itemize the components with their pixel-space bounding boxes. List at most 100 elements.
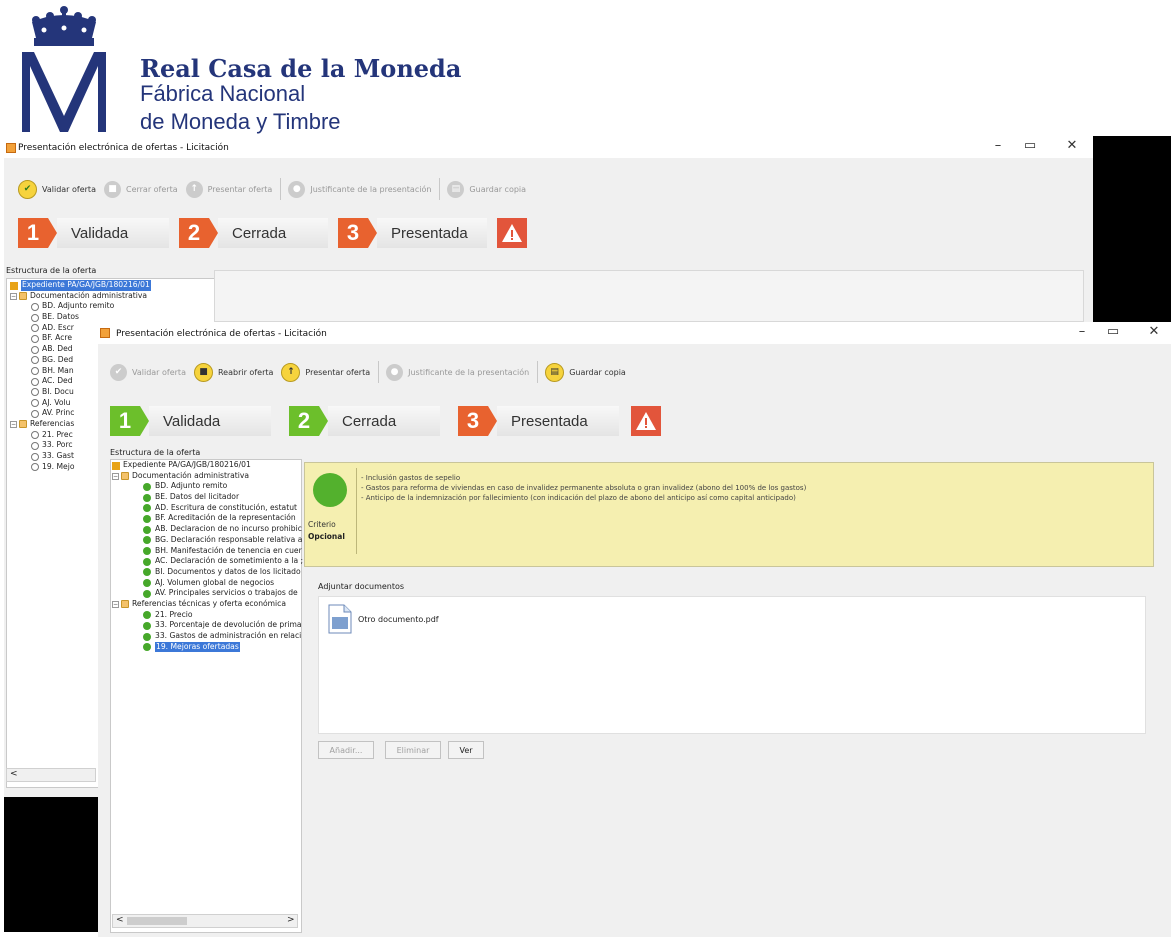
tree-item[interactable]: AJ. Volumen global de negocios [112, 578, 300, 589]
fnmt-logo [14, 4, 114, 136]
tree-group[interactable]: − Documentación administrativa [112, 471, 300, 482]
step-label: Presentada [377, 218, 487, 248]
tree-item[interactable]: BF. Acreditación de la representación [112, 513, 300, 524]
document-icon[interactable] [328, 604, 352, 634]
tree-item-selected[interactable]: 19. Mejoras ofertadas [112, 641, 300, 653]
step-submitted: 3 Presentada [338, 218, 487, 248]
validate-offer-button[interactable]: ✔ Validar oferta [110, 363, 186, 381]
back-tree-scrollbar[interactable]: < [6, 768, 96, 782]
add-button[interactable]: Añadir... [318, 741, 374, 759]
tree-label: BG. Ded [42, 354, 74, 364]
toolbar-label: Cerrar oferta [125, 184, 178, 194]
restore-button[interactable]: ▭ [1098, 324, 1128, 339]
criterion-label: Criterio [308, 520, 336, 529]
submit-offer-button[interactable]: ↑ Presentar oferta [281, 362, 371, 382]
tree-label: BH. Manifestación de tenencia en cuer [155, 545, 302, 555]
tree-group[interactable]: − Referencias técnicas y oferta económica [112, 599, 300, 610]
status-empty-icon [31, 356, 39, 365]
step-closed: 2 Cerrada [179, 218, 328, 248]
validate-offer-button[interactable]: ✔ Validar oferta [18, 179, 96, 199]
collapse-icon[interactable]: − [10, 420, 17, 428]
submit-offer-button[interactable]: ↑ Presentar oferta [185, 180, 273, 198]
app-icon [6, 143, 16, 153]
save-copy-button[interactable]: ▤ Guardar copia [447, 180, 526, 198]
toolbar-separator [280, 178, 282, 200]
collapse-icon[interactable]: − [10, 292, 17, 300]
step-submitted: 3 Presentada [458, 406, 619, 436]
criterion-divider [356, 468, 357, 554]
delete-button[interactable]: Eliminar [385, 741, 441, 759]
attach-label: Adjuntar documentos [318, 582, 405, 591]
collapse-icon[interactable]: − [112, 472, 119, 480]
toolbar-label: Guardar copia [569, 367, 626, 377]
tree-item[interactable]: 33. Porcentaje de devolución de prima [112, 620, 302, 631]
close-offer-button[interactable]: ■ Cerrar oferta [103, 180, 178, 198]
tree-label: BD. Adjunto remito [42, 301, 115, 311]
save-icon: ▤ [447, 180, 465, 198]
tree-label: AB. Declaracion de no incurso prohibic [155, 524, 302, 534]
status-ok-icon [143, 482, 151, 491]
tree-item[interactable]: BE. Datos del licitador [112, 492, 300, 503]
status-empty-icon [31, 441, 39, 450]
structure-label: Estructura de la oferta [110, 448, 201, 457]
scroll-right-arrow[interactable]: > [287, 915, 295, 925]
receipt-button[interactable]: ● Justificante de la presentación [386, 363, 529, 381]
step-arrow [48, 218, 57, 248]
tree-group[interactable]: − Documentación administrativa [10, 291, 210, 302]
tree-item[interactable]: AC. Declaración de sometimiento a la ; [112, 556, 303, 567]
minimize-button[interactable]: – [1067, 324, 1097, 339]
step-arrow [140, 406, 149, 436]
tree-item[interactable]: BD. Adjunto remito [10, 301, 210, 312]
back-progress-steps: 1 Validada 2 Cerrada 3 Presentada [18, 218, 527, 248]
toolbar-separator [439, 178, 441, 200]
tree-item[interactable]: AD. Escritura de constitución, estatut [112, 503, 300, 514]
status-empty-icon [31, 399, 39, 408]
tree-item[interactable]: BD. Adjunto remito [112, 481, 300, 492]
front-progress-steps: 1 Validada 2 Cerrada 3 Presentada [110, 406, 661, 436]
receipt-button[interactable]: ● Justificante de la presentación [288, 180, 432, 198]
collapse-icon[interactable]: − [112, 600, 119, 608]
receipt-icon: ● [288, 180, 306, 198]
status-ok-icon [143, 514, 151, 523]
tree-label: Documentación administrativa [132, 470, 249, 480]
minimize-button[interactable]: – [983, 138, 1013, 153]
restore-button[interactable]: ▭ [1015, 138, 1045, 153]
toolbar-label: Presentar oferta [305, 367, 371, 377]
scroll-left-arrow[interactable]: < [116, 915, 124, 925]
folder-icon [10, 281, 18, 290]
close-button[interactable]: ✕ [1139, 324, 1169, 339]
scroll-thumb[interactable] [127, 917, 187, 925]
file-name[interactable]: Otro documento.pdf [358, 615, 439, 624]
status-ok-icon [143, 589, 151, 598]
tree-item[interactable]: AV. Principales servicios o trabajos de [112, 588, 300, 599]
tree-item[interactable]: 33. Gastos de administración en relaci [112, 631, 302, 642]
toolbar-label: Justificante de la presentación [310, 184, 432, 194]
toolbar-label: Presentar oferta [207, 184, 273, 194]
tree-item[interactable]: BH. Manifestación de tenencia en cuer [112, 545, 302, 557]
step-validated: 1 Validada [110, 406, 271, 436]
tree-root[interactable]: Expediente PA/GA/JGB/180216/01 [10, 280, 210, 291]
close-button[interactable]: ✕ [1057, 138, 1087, 153]
tree-label: BF. Acreditación de la representación [155, 513, 296, 523]
save-icon: ▤ [545, 362, 565, 382]
tree-item[interactable]: BI. Documentos y datos de los licitado [112, 567, 301, 578]
status-empty-icon [31, 463, 39, 472]
tree-root[interactable]: Expediente PA/GA/JGB/180216/01 [112, 460, 300, 471]
scroll-left-arrow[interactable]: < [10, 769, 18, 779]
criterion-line: - Gastos para reforma de viviendas en ca… [361, 484, 807, 492]
tree-item[interactable]: 21. Precio [112, 610, 300, 621]
tree-label: 33. Gastos de administración en relaci [155, 631, 302, 640]
tree-label: Expediente PA/GA/JGB/180216/01 [123, 460, 251, 469]
tree-item[interactable]: BG. Declaración responsable relativa a [112, 535, 302, 546]
tree-label: 21. Prec [42, 429, 73, 439]
view-button[interactable]: Ver [448, 741, 484, 759]
step-label: Cerrada [218, 218, 328, 248]
tree-item[interactable]: AB. Declaracion de no incurso prohibic [112, 524, 302, 535]
brand-subtitle: Fábrica Nacional [140, 81, 306, 106]
reopen-offer-button[interactable]: ■ Reabrir oferta [193, 362, 273, 382]
upload-icon: ↑ [281, 362, 301, 382]
step-arrow [209, 218, 218, 248]
front-tree-scrollbar[interactable]: < > [112, 914, 298, 928]
save-copy-button[interactable]: ▤ Guardar copia [545, 362, 626, 382]
folder-icon [112, 461, 120, 470]
